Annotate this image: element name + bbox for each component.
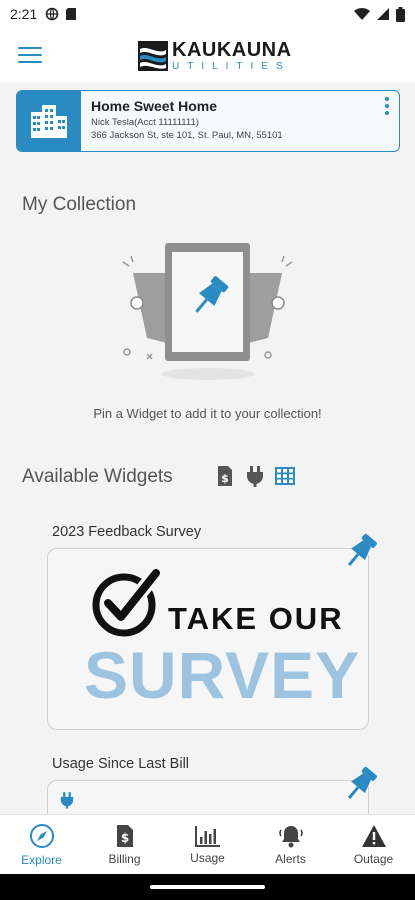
account-address: 366 Jackson St, ste 101, St. Paul, MN, 5… bbox=[91, 130, 283, 141]
widget-title-usage: Usage Since Last Bill bbox=[52, 756, 190, 772]
signal-icon bbox=[377, 8, 389, 20]
nav-usage-label: Usage bbox=[190, 850, 225, 865]
survey-widget-card[interactable]: TAKE OUR SURVEY bbox=[47, 548, 369, 730]
app-header: KAUKAUNA UTILITIES bbox=[0, 28, 415, 82]
nav-usage[interactable]: Usage bbox=[166, 815, 249, 874]
logo-name: KAUKAUNA bbox=[172, 39, 292, 61]
widget-filter-bar: $ bbox=[214, 465, 296, 487]
pin-widget-button[interactable] bbox=[340, 533, 380, 573]
nav-alerts-label: Alerts bbox=[275, 851, 306, 866]
logo-subtitle: UTILITIES bbox=[172, 61, 291, 72]
pin-widget-button[interactable] bbox=[340, 766, 380, 806]
nav-explore[interactable]: Explore bbox=[0, 815, 83, 874]
available-widgets-title: Available Widgets bbox=[22, 466, 173, 487]
hamburger-icon bbox=[18, 47, 42, 49]
collection-title: My Collection bbox=[22, 194, 137, 215]
compass-icon bbox=[29, 823, 54, 848]
grid-icon bbox=[275, 467, 295, 485]
collection-empty-hint: Pin a Widget to add it to your collectio… bbox=[93, 406, 322, 421]
logo: KAUKAUNA UTILITIES bbox=[138, 40, 292, 72]
sd-card-icon bbox=[66, 8, 77, 20]
warning-icon bbox=[361, 824, 386, 847]
wifi-icon bbox=[354, 8, 370, 20]
building-icon bbox=[31, 105, 67, 138]
bar-chart-icon bbox=[194, 825, 220, 847]
account-holder: Nick Tesla(Acct 11111111) bbox=[91, 117, 199, 128]
all-widgets-filter-button[interactable] bbox=[274, 465, 296, 487]
survey-word: SURVEY bbox=[84, 638, 361, 712]
clock: 2:21 bbox=[10, 6, 38, 22]
bottom-navigation: Explore $ Billing Usage Alerts Outage bbox=[0, 814, 415, 874]
account-options-button[interactable] bbox=[381, 97, 393, 115]
account-name: Home Sweet Home bbox=[91, 98, 218, 114]
usage-filter-button[interactable] bbox=[244, 465, 266, 487]
bill-icon: $ bbox=[218, 466, 232, 486]
nav-billing-label: Billing bbox=[108, 851, 141, 866]
widget-title-survey: 2023 Feedback Survey bbox=[52, 524, 202, 540]
status-bar: 2:21 bbox=[0, 0, 415, 28]
kaukauna-logo-mark bbox=[138, 41, 168, 71]
battery-icon bbox=[396, 6, 405, 22]
pinned-tablet-illustration bbox=[122, 243, 293, 380]
vpn-icon bbox=[45, 7, 59, 21]
menu-button[interactable] bbox=[14, 42, 46, 68]
nav-explore-label: Explore bbox=[21, 852, 62, 867]
nav-billing[interactable]: $ Billing bbox=[83, 815, 166, 874]
svg-text:$: $ bbox=[221, 472, 229, 485]
nav-alerts[interactable]: Alerts bbox=[249, 815, 332, 874]
survey-headline: TAKE OUR bbox=[168, 601, 344, 636]
bill-icon: $ bbox=[116, 824, 133, 847]
nav-outage[interactable]: Outage bbox=[332, 815, 415, 874]
svg-text:$: $ bbox=[120, 831, 128, 845]
plug-icon bbox=[60, 792, 74, 809]
billing-filter-button[interactable]: $ bbox=[214, 465, 236, 487]
system-gesture-bar bbox=[0, 874, 415, 900]
kebab-menu-icon bbox=[385, 97, 389, 101]
home-gesture-handle[interactable] bbox=[150, 885, 265, 889]
bell-icon bbox=[278, 825, 303, 847]
checkmark-circle-icon bbox=[92, 567, 162, 637]
plug-icon bbox=[247, 466, 263, 487]
account-card[interactable]: Home Sweet Home Nick Tesla(Acct 11111111… bbox=[16, 90, 400, 152]
nav-outage-label: Outage bbox=[353, 851, 394, 866]
